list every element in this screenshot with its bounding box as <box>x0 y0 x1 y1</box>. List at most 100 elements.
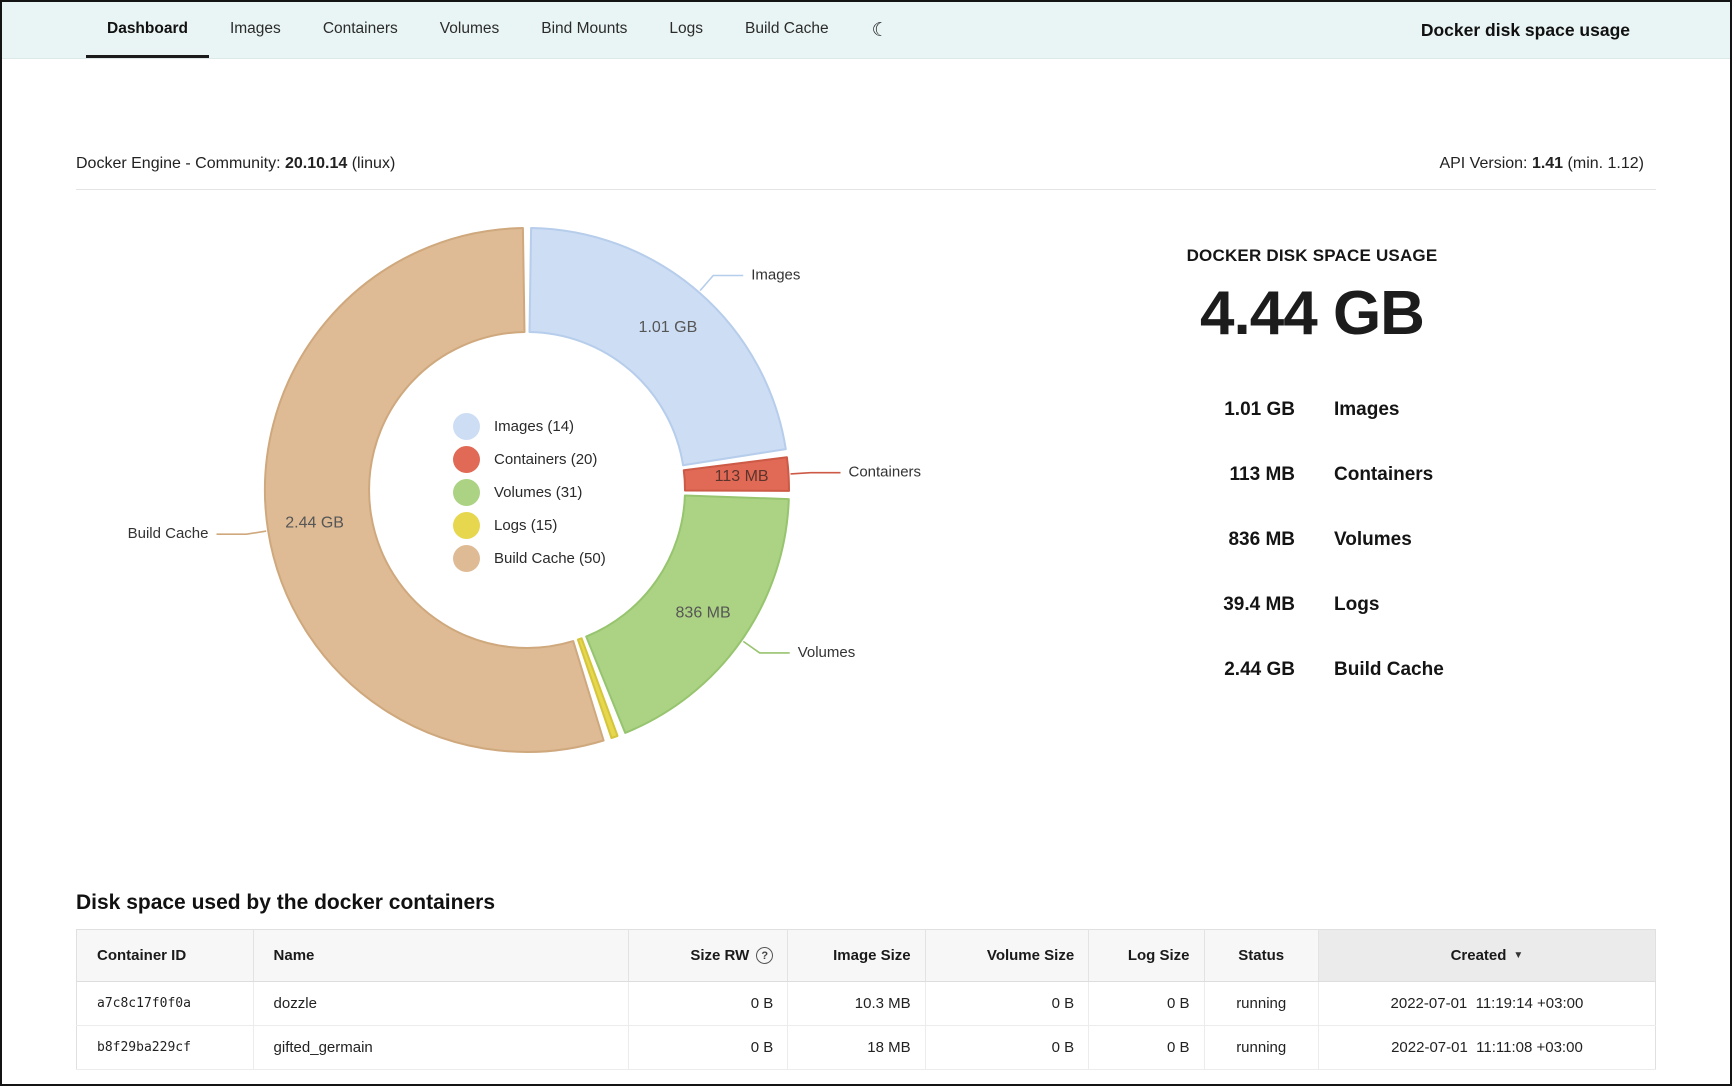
cell-image-size: 10.3 MB <box>788 982 925 1026</box>
moon-icon: ☾ <box>872 19 889 42</box>
table-header-row: Container ID Name Size RW? Image Size Vo… <box>77 930 1656 982</box>
legend-item-volumes[interactable]: Volumes (31) <box>453 478 606 506</box>
legend-item-build-cache[interactable]: Build Cache (50) <box>453 544 606 572</box>
col-label: Image Size <box>833 947 911 964</box>
tab-volumes[interactable]: Volumes <box>419 2 520 58</box>
callout-line-volumes <box>743 641 789 653</box>
legend-swatch-logs <box>453 512 480 539</box>
legend-label: Images (14) <box>494 418 574 435</box>
callout-line-build-cache <box>217 531 267 534</box>
cell-log-size: 0 B <box>1089 982 1204 1026</box>
slice-size-label-containers: 113 MB <box>715 468 769 485</box>
cell-image-size: 18 MB <box>788 1026 925 1070</box>
col-header-volume-size[interactable]: Volume Size <box>925 930 1089 982</box>
col-header-status[interactable]: Status <box>1204 930 1318 982</box>
nav-tabs: Dashboard Images Containers Volumes Bind… <box>86 2 850 58</box>
api-version-label: API Version: <box>1439 155 1527 172</box>
col-label: Size RW <box>690 947 749 964</box>
summary-row-images: 1.01 GB Images <box>1092 377 1532 442</box>
table-row: a7c8c17f0f0a dozzle 0 B 10.3 MB 0 B 0 B … <box>77 982 1656 1026</box>
col-header-container-id[interactable]: Container ID <box>77 930 254 982</box>
engine-version: 20.10.14 <box>285 155 347 172</box>
col-label: Status <box>1238 947 1284 964</box>
callout-line-images <box>700 276 743 291</box>
cell-status: running <box>1204 1026 1318 1070</box>
summary-label: Build Cache <box>1334 659 1444 681</box>
cell-container-id: b8f29ba229cf <box>77 1026 254 1070</box>
slice-size-label-volumes: 836 MB <box>676 605 731 622</box>
callout-label-containers: Containers <box>849 464 922 481</box>
legend-item-containers[interactable]: Containers (20) <box>453 445 606 473</box>
tab-bind-mounts[interactable]: Bind Mounts <box>520 2 648 58</box>
legend-swatch-volumes <box>453 479 480 506</box>
legend-label: Containers (20) <box>494 451 597 468</box>
col-label: Log Size <box>1128 947 1190 964</box>
top-nav: Dashboard Images Containers Volumes Bind… <box>2 2 1730 59</box>
legend-swatch-containers <box>453 446 480 473</box>
legend-swatch-images <box>453 413 480 440</box>
col-header-image-size[interactable]: Image Size <box>788 930 925 982</box>
summary-row-build-cache: 2.44 GB Build Cache <box>1092 637 1532 702</box>
summary-row-logs: 39.4 MB Logs <box>1092 572 1532 637</box>
cell-volume-size: 0 B <box>925 982 1089 1026</box>
summary-total: 4.44 GB <box>1092 278 1532 349</box>
callout-label-volumes: Volumes <box>798 644 856 661</box>
engine-label: Docker Engine - Community: <box>76 155 281 172</box>
chart-legend: Images (14) Containers (20) Volumes (31) Lo… <box>453 412 606 572</box>
summary-label: Volumes <box>1334 529 1412 551</box>
summary-label: Containers <box>1334 464 1433 486</box>
col-header-size-rw[interactable]: Size RW? <box>628 930 788 982</box>
summary-row-volumes: 836 MB Volumes <box>1092 507 1532 572</box>
help-icon[interactable]: ? <box>756 947 773 964</box>
app-title: Docker disk space usage <box>1421 2 1730 58</box>
summary-value: 113 MB <box>1092 464 1295 486</box>
cell-size-rw: 0 B <box>628 982 788 1026</box>
tab-logs[interactable]: Logs <box>648 2 724 58</box>
tab-containers[interactable]: Containers <box>302 2 419 58</box>
table-row: b8f29ba229cf gifted_germain 0 B 18 MB 0 … <box>77 1026 1656 1070</box>
cell-name: gifted_germain <box>253 1026 628 1070</box>
tab-images[interactable]: Images <box>209 2 302 58</box>
slice-size-label-images: 1.01 GB <box>639 319 698 336</box>
summary-row-containers: 113 MB Containers <box>1092 442 1532 507</box>
disk-usage-summary: DOCKER DISK SPACE USAGE 4.44 GB 1.01 GB … <box>1092 246 1532 702</box>
summary-label: Logs <box>1334 594 1379 616</box>
dark-mode-toggle[interactable]: ☾ <box>866 2 895 58</box>
summary-value: 39.4 MB <box>1092 594 1295 616</box>
legend-label: Volumes (31) <box>494 484 582 501</box>
col-label: Created <box>1451 947 1507 964</box>
cell-size-rw: 0 B <box>628 1026 788 1070</box>
summary-title: DOCKER DISK SPACE USAGE <box>1092 246 1532 266</box>
engine-info: Docker Engine - Community: 20.10.14 (lin… <box>76 155 395 173</box>
containers-table: Container ID Name Size RW? Image Size Vo… <box>76 929 1656 1070</box>
col-header-created[interactable]: Created▼ <box>1318 930 1655 982</box>
col-label: Volume Size <box>987 947 1074 964</box>
legend-label: Logs (15) <box>494 517 557 534</box>
col-label: Container ID <box>97 947 186 964</box>
api-version-value: 1.41 <box>1532 155 1563 172</box>
legend-item-logs[interactable]: Logs (15) <box>453 511 606 539</box>
legend-item-images[interactable]: Images (14) <box>453 412 606 440</box>
engine-info-row: Docker Engine - Community: 20.10.14 (lin… <box>76 59 1656 190</box>
summary-label: Images <box>1334 399 1399 421</box>
legend-label: Build Cache (50) <box>494 550 606 567</box>
summary-value: 1.01 GB <box>1092 399 1295 421</box>
engine-os: (linux) <box>352 155 396 172</box>
summary-value: 2.44 GB <box>1092 659 1295 681</box>
callout-label-images: Images <box>751 266 800 283</box>
col-header-name[interactable]: Name <box>253 930 628 982</box>
callout-label-build-cache: Build Cache <box>128 525 209 542</box>
col-header-log-size[interactable]: Log Size <box>1089 930 1204 982</box>
cell-log-size: 0 B <box>1089 1026 1204 1070</box>
legend-swatch-build-cache <box>453 545 480 572</box>
disk-usage-section: 1.01 GB Images 113 MB Containers 836 MB Volum… <box>76 190 1656 865</box>
tab-build-cache[interactable]: Build Cache <box>724 2 850 58</box>
cell-name: dozzle <box>253 982 628 1026</box>
cell-status: running <box>1204 982 1318 1026</box>
cell-container-id: a7c8c17f0f0a <box>77 982 254 1026</box>
summary-value: 836 MB <box>1092 529 1295 551</box>
cell-created: 2022-07-01 11:19:14 +03:00 <box>1318 982 1655 1026</box>
tab-dashboard[interactable]: Dashboard <box>86 2 209 58</box>
slice-size-label-build-cache: 2.44 GB <box>285 515 344 532</box>
containers-table-heading: Disk space used by the docker containers <box>76 891 1656 915</box>
